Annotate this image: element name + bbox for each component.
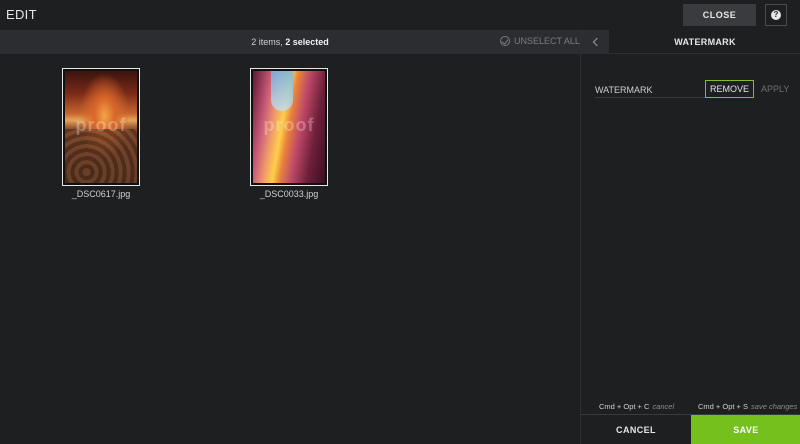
check-circle-icon [500,36,510,46]
panel-header: WATERMARK [581,30,800,54]
unselect-all-label: UNSELECT ALL [514,36,580,46]
file-name: _DSC0617.jpg [71,189,131,199]
close-button[interactable]: CLOSE [683,4,756,26]
top-bar: EDIT CLOSE ? [0,0,800,30]
watermark-overlay: proof [75,115,127,135]
watermark-row: WATERMARK REMOVE APPLY [595,80,795,98]
remove-button[interactable]: REMOVE [705,80,754,98]
keyboard-shortcuts: Cmd + Opt + Ccancel Cmd + Opt + Ssave ch… [581,402,800,414]
watermark-label: WATERMARK [595,85,653,95]
photo-thumbnail[interactable]: proof [250,68,328,186]
apply-button[interactable]: APPLY [761,84,789,94]
photo-thumbnail[interactable]: proof [62,68,140,186]
save-button[interactable]: SAVE [691,415,800,444]
watermark-overlay: proof [263,115,315,135]
panel-title: WATERMARK [674,37,736,47]
selection-count: 2 items, 2 selected [0,37,580,47]
chevron-left-icon [592,37,601,47]
watermark-panel: WATERMARK WATERMARK REMOVE APPLY Cmd + O… [580,30,800,444]
file-name: _DSC0033.jpg [259,189,319,199]
item-count: 2 items, [251,37,283,47]
help-icon: ? [771,10,781,20]
cancel-shortcut: Cmd + Opt + Ccancel [599,402,675,411]
cancel-button[interactable]: CANCEL [581,415,691,444]
unselect-all-button[interactable]: UNSELECT ALL [500,36,580,46]
help-button[interactable]: ? [765,4,787,26]
selection-bar: 2 items, 2 selected UNSELECT ALL [0,30,580,54]
selected-count: 2 selected [285,37,329,47]
divider [595,97,707,98]
back-button[interactable] [581,30,609,54]
save-shortcut: Cmd + Opt + Ssave changes [698,402,798,411]
page-title: EDIT [6,7,37,22]
